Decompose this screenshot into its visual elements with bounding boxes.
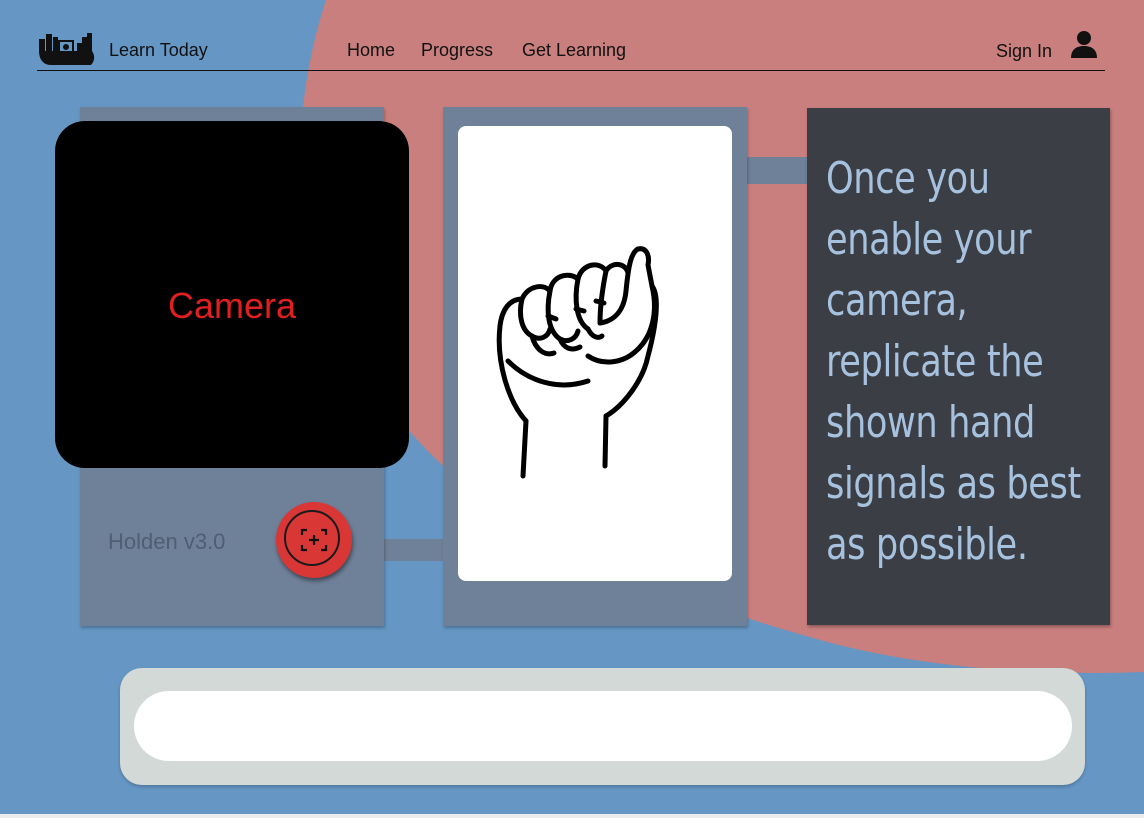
instruction-panel: Once you enable your camera, replicate t… bbox=[807, 108, 1110, 625]
connector-bar bbox=[746, 157, 809, 184]
sign-card bbox=[458, 126, 732, 581]
instruction-text: Once you enable your camera, replicate t… bbox=[826, 153, 1081, 570]
nav-get-learning[interactable]: Get Learning bbox=[522, 40, 626, 61]
nav-home[interactable]: Home bbox=[347, 40, 395, 61]
capture-button[interactable] bbox=[276, 502, 352, 578]
camera-view: Camera bbox=[55, 121, 409, 468]
app-background: Learn Today Home Progress Get Learning S… bbox=[0, 0, 1144, 814]
brand-name[interactable]: Learn Today bbox=[109, 40, 208, 61]
user-icon[interactable] bbox=[1069, 29, 1099, 59]
capture-focus-icon bbox=[300, 528, 328, 552]
answer-bar bbox=[120, 668, 1085, 785]
nav-progress[interactable]: Progress bbox=[421, 40, 493, 61]
header-divider bbox=[37, 70, 1105, 71]
logo-icon bbox=[39, 33, 95, 65]
answer-input[interactable] bbox=[134, 691, 1072, 761]
hand-sign-image bbox=[496, 246, 659, 479]
camera-label: Camera bbox=[167, 285, 297, 326]
version-label: Holden v3.0 bbox=[108, 529, 226, 554]
connector-bar bbox=[383, 539, 445, 561]
sign-in-link[interactable]: Sign In bbox=[996, 41, 1052, 62]
